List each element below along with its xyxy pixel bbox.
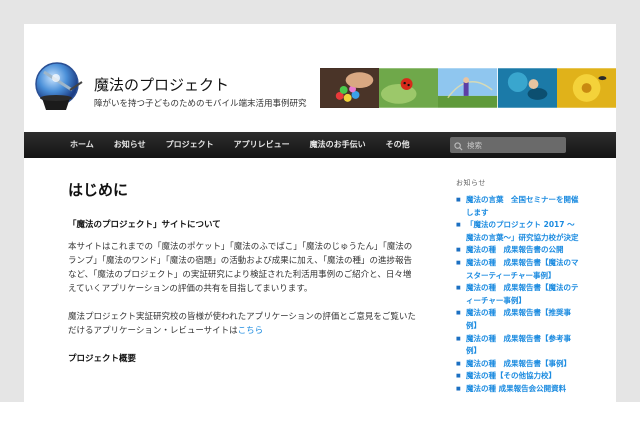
sidebar: お知らせ 魔法の言葉 全国セミナーを開催します 「魔法のプロジェクト 2017 … <box>456 178 580 396</box>
news-item[interactable]: 魔法の種 成果報告書【参考事例】 <box>456 333 580 358</box>
news-list: 魔法の言葉 全国セミナーを開催します 「魔法のプロジェクト 2017 〜魔法の言… <box>456 194 580 396</box>
nav-item-other[interactable]: その他 <box>376 132 420 158</box>
banner-flower-photo <box>556 68 616 108</box>
nav-item-home[interactable]: ホーム <box>60 132 104 158</box>
news-item[interactable]: 魔法の種 成果報告書【魔法のマスターティーチャー事例】 <box>456 257 580 282</box>
main-content: はじめに 「魔法のプロジェクト」サイトについて 本サイトはこれまでの「魔法のポケ… <box>68 179 418 374</box>
news-item[interactable]: 魔法の種 成果報告書【推奨事例】 <box>456 307 580 332</box>
magic-hat-logo-icon[interactable] <box>32 60 86 114</box>
site-description: 障がいを持つ子どものためのモバイル端末活用事例研究 <box>94 99 307 109</box>
review-site-link[interactable]: こちら <box>238 326 264 336</box>
banner-ladybug-photo <box>379 68 439 108</box>
sidebar-heading: お知らせ <box>456 179 486 187</box>
search-input[interactable]: 検索 <box>450 137 566 153</box>
page: 魔法のプロジェクト 障がいを持つ子どものためのモバイル端末活用事例研究 ホーム … <box>24 24 616 402</box>
news-item[interactable]: 「魔法のプロジェクト 2017 〜魔法の言葉〜」研究協力校が決定 <box>456 219 580 244</box>
page-title: はじめに <box>68 181 129 199</box>
review-paragraph: 魔法プロジェクト実証研究校の皆様が使われたアプリケーションの評価とご意見をご覧い… <box>68 310 418 338</box>
news-item[interactable]: 魔法の種【その他協力校】 <box>456 370 580 383</box>
site-title[interactable]: 魔法のプロジェクト <box>94 74 229 95</box>
intro-paragraph: 本サイトはこれまでの「魔法のポケット」「魔法のふでばこ」「魔法のじゅうたん」「魔… <box>68 242 413 294</box>
nav-item-app-review[interactable]: アプリレビュー <box>224 132 300 158</box>
search-icon <box>454 136 463 155</box>
site-header: 魔法のプロジェクト 障がいを持つ子どものためのモバイル端末活用事例研究 <box>24 24 616 132</box>
banner-candy-photo <box>320 68 380 108</box>
banner-aquarium-photo <box>497 68 557 108</box>
news-item[interactable]: 魔法の種 成果報告会公開資料 <box>456 383 580 396</box>
banner-sky-photo <box>438 68 498 108</box>
news-item[interactable]: 魔法の種 成果報告書の公開 <box>456 244 580 257</box>
news-item[interactable]: 魔法の種 成果報告書【事例】 <box>456 358 580 371</box>
bottom-margin <box>0 402 640 426</box>
search-placeholder: 検索 <box>467 140 482 150</box>
header-banner-images <box>320 68 616 108</box>
section-title-about: 「魔法のプロジェクト」サイトについて <box>68 220 221 230</box>
news-item[interactable]: 魔法の種 成果報告書【魔法のティーチャー事例】 <box>456 282 580 307</box>
nav-item-project[interactable]: プロジェクト <box>156 132 224 158</box>
nav-item-help[interactable]: 魔法のお手伝い <box>300 132 376 158</box>
main-navigation: ホーム お知らせ プロジェクト アプリレビュー 魔法のお手伝い その他 検索 <box>24 132 616 158</box>
nav-item-news[interactable]: お知らせ <box>104 132 156 158</box>
news-item[interactable]: 魔法の言葉 全国セミナーを開催します <box>456 194 580 219</box>
section-title-overview: プロジェクト概要 <box>68 354 137 364</box>
